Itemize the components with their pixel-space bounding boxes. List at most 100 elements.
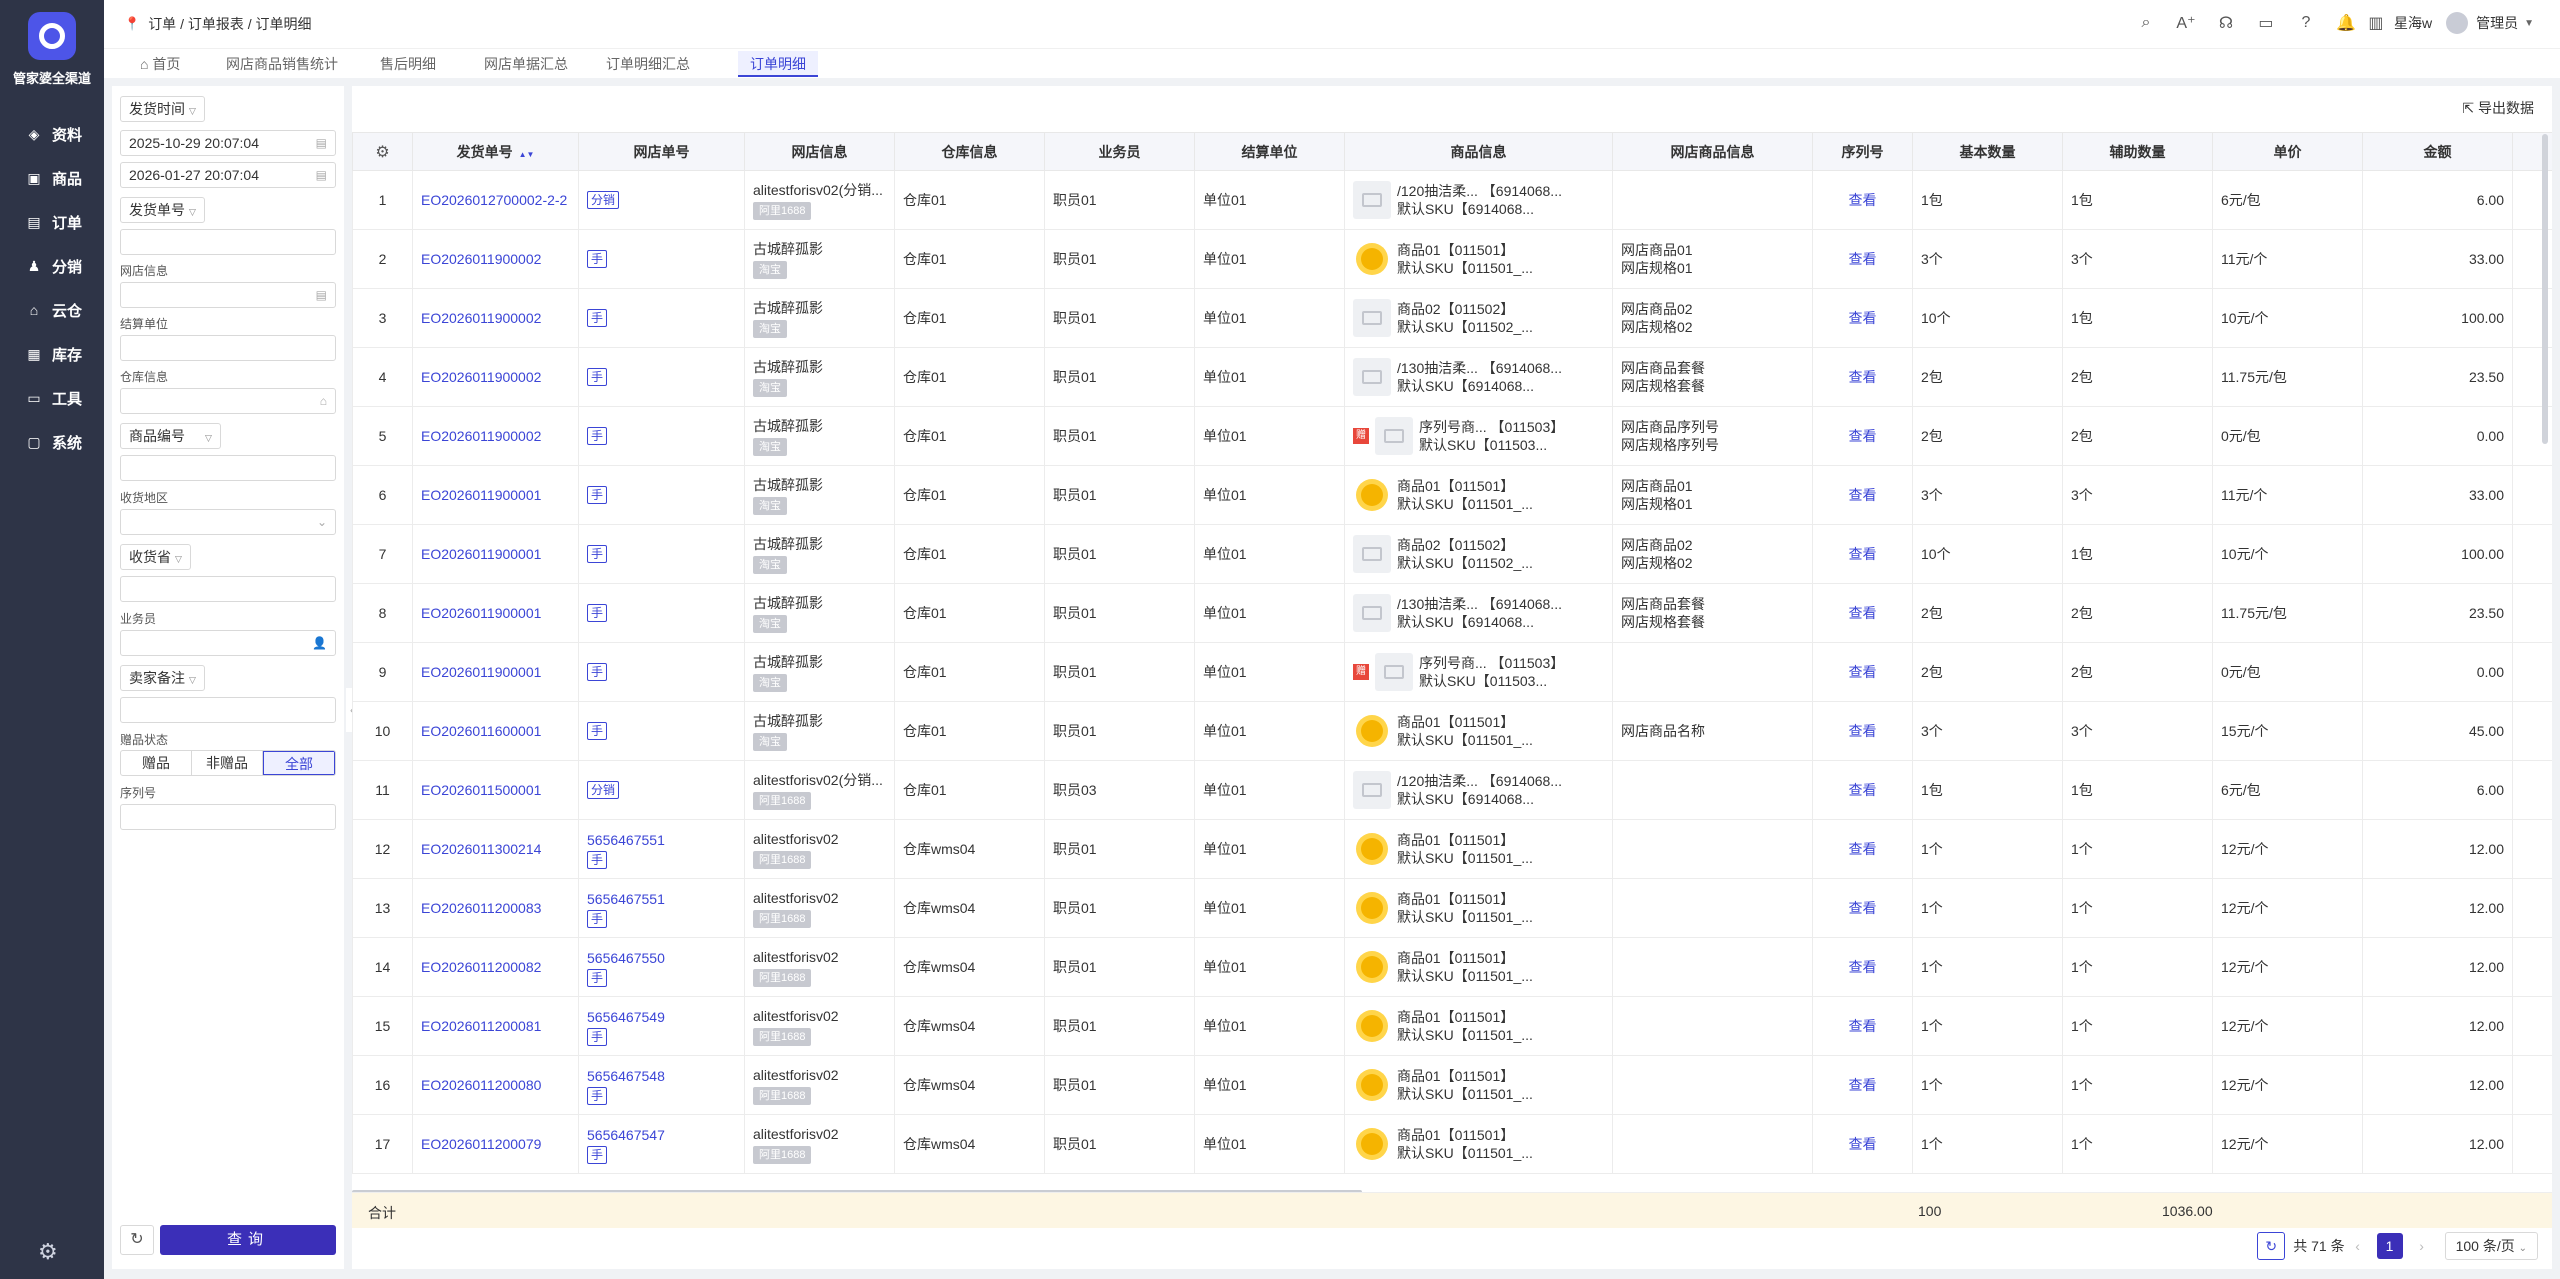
store-name[interactable]: 星海w (2394, 13, 2432, 33)
column-header[interactable]: 业务员 (1044, 132, 1195, 171)
order-number-link[interactable]: EO2026011900002 (421, 366, 570, 388)
font-size-icon[interactable]: A⁺ (2166, 13, 2206, 33)
gift-option-all[interactable]: 全部 (263, 751, 335, 775)
order-number-link[interactable]: EO2026011900002 (421, 425, 570, 447)
sidebar-item-1[interactable]: ▣ 商品 (0, 156, 104, 200)
start-time-input[interactable]: 2025-10-29 20:07:04 ▤ (120, 130, 336, 156)
shop-order-link[interactable]: 5656467549 (587, 1006, 736, 1028)
view-serial-link[interactable]: 查看 (1849, 1077, 1877, 1093)
bell-icon[interactable]: 🔔 (2326, 13, 2366, 33)
view-serial-link[interactable]: 查看 (1849, 251, 1877, 267)
next-page-icon[interactable]: › (2409, 1238, 2435, 1254)
view-serial-link[interactable]: 查看 (1849, 900, 1877, 916)
order-number-link[interactable]: EO2026011900001 (421, 543, 570, 565)
column-header[interactable]: 网店商品信息 (1612, 132, 1813, 171)
order-number-link[interactable]: EO2026011200081 (421, 1015, 570, 1037)
column-header[interactable]: 辅助数量 (2062, 132, 2213, 171)
view-serial-link[interactable]: 查看 (1849, 428, 1877, 444)
shop-order-link[interactable]: 5656467551 (587, 829, 736, 851)
order-number-link[interactable]: EO2026011900002 (421, 307, 570, 329)
tab-5[interactable]: 订单明细 (738, 51, 818, 77)
view-serial-link[interactable]: 查看 (1849, 841, 1877, 857)
order-number-link[interactable]: EO2026011200082 (421, 956, 570, 978)
user-name[interactable]: 管理员 (2476, 13, 2518, 33)
view-serial-link[interactable]: 查看 (1849, 959, 1877, 975)
prev-page-icon[interactable]: ‹ (2345, 1238, 2371, 1254)
column-header[interactable]: 单价 (2212, 132, 2363, 171)
tab-2[interactable]: 售后明细 (368, 51, 448, 77)
view-serial-link[interactable]: 查看 (1849, 664, 1877, 680)
time-type-select[interactable]: 发货时间 ▽ (120, 96, 205, 122)
order-type-select[interactable]: 发货单号 ▽ (120, 197, 205, 223)
tab-1[interactable]: 网店商品销售统计 (214, 51, 350, 77)
view-serial-link[interactable]: 查看 (1849, 605, 1877, 621)
salesman-input[interactable]: 👤 (120, 630, 336, 656)
shop-input[interactable]: ▤ (120, 282, 336, 308)
shop-order-link[interactable]: 5656467550 (587, 947, 736, 969)
view-serial-link[interactable]: 查看 (1849, 310, 1877, 326)
sidebar-item-7[interactable]: ▢ 系统 (0, 420, 104, 464)
sidebar-item-2[interactable]: ▤ 订单 (0, 200, 104, 244)
headset-icon[interactable]: ☊ (2206, 13, 2246, 33)
column-header[interactable]: 序列号 (1812, 132, 1913, 171)
tab-0[interactable]: ⌂ 首页 (128, 51, 192, 77)
avatar[interactable] (2446, 12, 2469, 34)
order-number-link[interactable]: EO2026011900001 (421, 661, 570, 683)
shop-order-link[interactable]: 5656467551 (587, 888, 736, 910)
region-select[interactable]: ⌄ (120, 509, 336, 535)
tab-3[interactable]: 网店单据汇总 (472, 51, 580, 77)
product-code-select[interactable]: 商品编号 ▽ (120, 423, 221, 449)
sort-icon[interactable]: ▲▼ (519, 150, 535, 159)
view-serial-link[interactable]: 查看 (1849, 1018, 1877, 1034)
warehouse-input[interactable]: ⌂ (120, 388, 336, 414)
sidebar-item-3[interactable]: ♟ 分销 (0, 244, 104, 288)
view-serial-link[interactable]: 查看 (1849, 192, 1877, 208)
order-number-link[interactable]: EO2026012700002-2-2 (421, 189, 570, 211)
seller-note-select[interactable]: 卖家备注 ▽ (120, 665, 205, 691)
column-header[interactable]: 网店信息 (744, 132, 895, 171)
view-serial-link[interactable]: 查看 (1849, 723, 1877, 739)
end-time-input[interactable]: 2026-01-27 20:07:04 ▤ (120, 162, 336, 188)
query-button[interactable]: 查询 (160, 1225, 336, 1255)
product-code-input[interactable] (120, 455, 336, 481)
column-header[interactable]: 商品信息 (1344, 132, 1613, 171)
search-icon[interactable]: ⌕ (2126, 14, 2166, 32)
help-icon[interactable]: ? (2286, 14, 2326, 32)
order-number-link[interactable]: EO2026011200079 (421, 1133, 570, 1155)
province-select[interactable]: 收货省 ▽ (120, 544, 191, 570)
column-settings[interactable]: ⚙ (352, 132, 413, 171)
current-page[interactable]: 1 (2376, 1233, 2403, 1259)
column-header[interactable]: 金额 (2362, 132, 2513, 171)
view-serial-link[interactable]: 查看 (1849, 546, 1877, 562)
order-number-link[interactable]: EO2026011200083 (421, 897, 570, 919)
view-serial-link[interactable]: 查看 (1849, 369, 1877, 385)
chevron-down-icon[interactable]: ▼ (2524, 18, 2534, 29)
book-icon[interactable]: ▭ (2246, 13, 2286, 33)
sidebar-item-6[interactable]: ▭ 工具 (0, 376, 104, 420)
gift-option-non-gift[interactable]: 非赠品 (192, 751, 263, 775)
province-input[interactable] (120, 576, 336, 602)
column-header[interactable]: 结算单位 (1194, 132, 1345, 171)
order-number-link[interactable]: EO2026011200080 (421, 1074, 570, 1096)
serial-input[interactable] (120, 804, 336, 830)
tab-4[interactable]: 订单明细汇总 (594, 51, 702, 77)
column-header[interactable]: 仓库信息 (894, 132, 1045, 171)
order-number-input[interactable] (120, 229, 336, 255)
order-number-link[interactable]: EO2026011900001 (421, 602, 570, 624)
shop-order-link[interactable]: 5656467548 (587, 1065, 736, 1087)
shop-order-link[interactable]: 5656467547 (587, 1124, 736, 1146)
settle-input[interactable] (120, 335, 336, 361)
sidebar-item-5[interactable]: ▦ 库存 (0, 332, 104, 376)
order-number-link[interactable]: EO2026011300214 (421, 838, 570, 860)
settings-icon[interactable]: ⚙ (375, 144, 389, 161)
gear-icon[interactable]: ⚙ (38, 1239, 58, 1265)
page-size-select[interactable]: 100 条/页 ⌄ (2444, 1232, 2538, 1260)
column-header[interactable]: 网店单号 (578, 132, 745, 171)
view-serial-link[interactable]: 查看 (1849, 1136, 1877, 1152)
order-number-link[interactable]: EO2026011900002 (421, 248, 570, 270)
order-number-link[interactable]: EO2026011900001 (421, 484, 570, 506)
refresh-button[interactable]: ↻ (2257, 1232, 2286, 1260)
column-header[interactable]: 发货单号 ▲▼ (412, 132, 579, 171)
order-number-link[interactable]: EO2026011500001 (421, 779, 570, 801)
export-button[interactable]: ⇱ 导出数据 (2462, 98, 2534, 118)
